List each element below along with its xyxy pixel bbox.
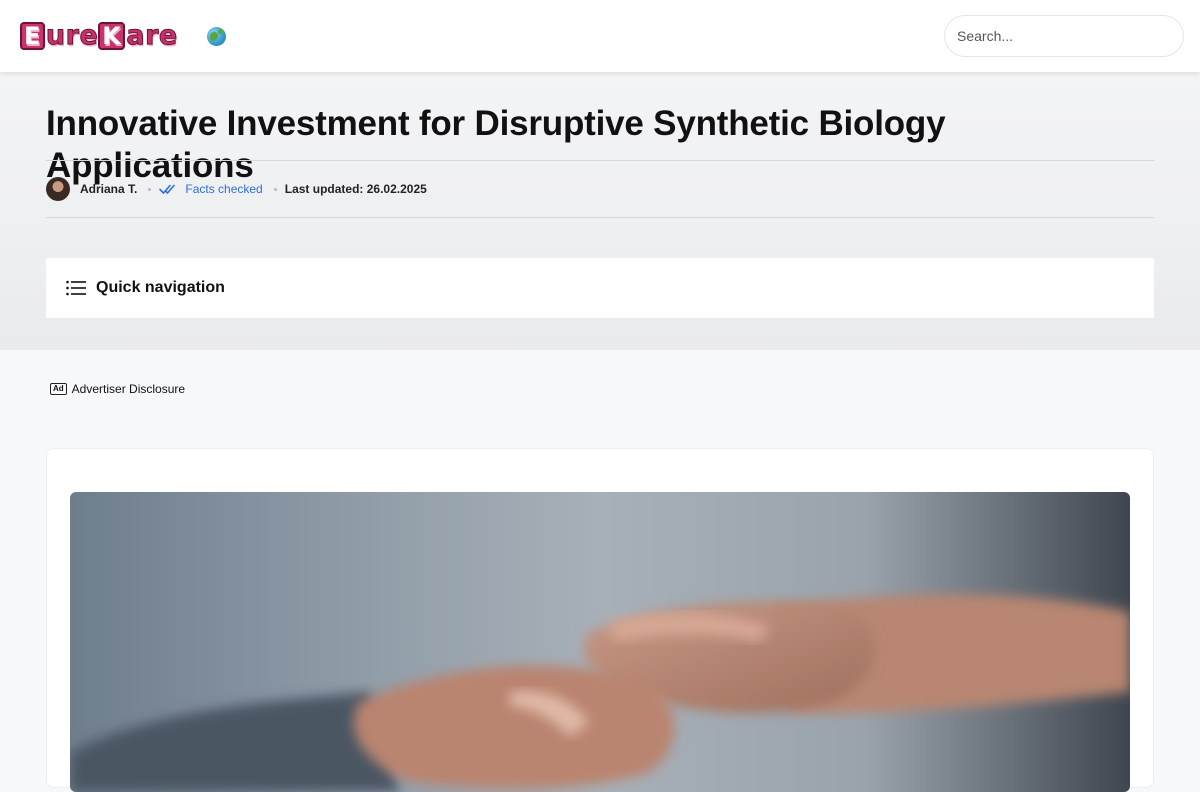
last-updated: Last updated: 26.02.2025 — [284, 182, 427, 196]
advertiser-disclosure[interactable]: Ad Advertiser Disclosure — [50, 382, 185, 396]
double-check-icon — [159, 184, 176, 194]
site-header: Eure Kare — [0, 0, 1200, 72]
article-hero-image — [70, 492, 1130, 792]
advertiser-disclosure-label: Advertiser Disclosure — [71, 382, 186, 396]
search-input[interactable] — [944, 15, 1184, 57]
ad-icon: Ad — [50, 383, 67, 395]
title-divider — [46, 160, 1154, 161]
quick-navigation-toggle[interactable]: Quick navigation — [46, 258, 1154, 318]
globe-icon[interactable] — [207, 27, 226, 46]
meta-divider — [46, 217, 1154, 218]
author-name[interactable]: Adriana T. — [80, 182, 137, 196]
hands-image — [70, 594, 1130, 792]
article-meta: Adriana T. Facts checked Last updated: 2… — [46, 177, 427, 201]
logo-wordmark: Eure Kare — [20, 20, 178, 51]
list-icon — [66, 280, 86, 296]
site-logo[interactable]: Eure Kare — [20, 20, 178, 52]
author-avatar[interactable] — [46, 177, 70, 201]
facts-checked-link[interactable]: Facts checked — [185, 182, 262, 196]
meta-separator — [148, 187, 152, 191]
meta-separator — [273, 187, 277, 191]
page-title: Innovative Investment for Disruptive Syn… — [46, 104, 946, 185]
quick-navigation-label: Quick navigation — [96, 279, 225, 296]
